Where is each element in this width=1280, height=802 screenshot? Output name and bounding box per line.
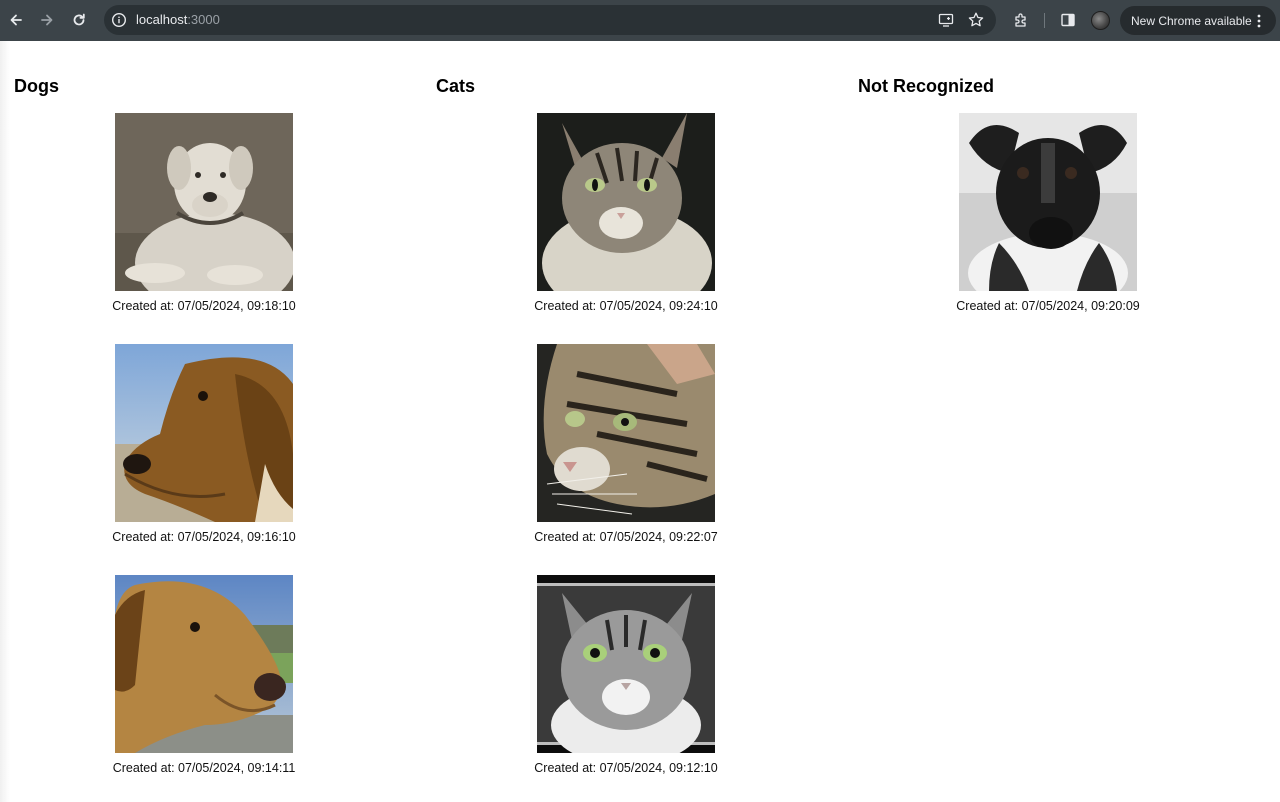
image-card: Created at: 07/05/2024, 09:20:09	[844, 113, 1266, 333]
toolbar-divider	[1044, 13, 1045, 28]
created-at-caption: Created at: 07/05/2024, 09:22:07	[534, 530, 718, 544]
created-at-caption: Created at: 07/05/2024, 09:24:10	[534, 299, 718, 313]
column-cats: Cats Created at: 07/05/2024, 09:24:10 Cr…	[422, 41, 844, 802]
cat-photo	[537, 344, 715, 522]
dog-photo	[115, 575, 293, 753]
dog-photo	[959, 113, 1137, 291]
column-title: Cats	[436, 76, 476, 96]
back-arrow-icon[interactable]	[4, 8, 28, 32]
created-at-caption: Created at: 07/05/2024, 09:20:09	[956, 299, 1140, 313]
url-host: localhost	[136, 12, 188, 27]
star-icon[interactable]	[967, 11, 985, 29]
cat-photo	[537, 575, 715, 753]
created-at-caption: Created at: 07/05/2024, 09:18:10	[112, 299, 296, 313]
image-card: Created at: 07/05/2024, 09:16:10	[0, 344, 422, 564]
created-at-caption: Created at: 07/05/2024, 09:12:10	[534, 761, 718, 775]
url-port: :3000	[187, 12, 220, 27]
browser-toolbar: localhost:3000 New Chrome available	[0, 0, 1280, 41]
image-card: Created at: 07/05/2024, 09:14:11	[0, 575, 422, 795]
url-text[interactable]: localhost:3000	[136, 12, 220, 28]
dog-photo	[115, 344, 293, 522]
created-at-caption: Created at: 07/05/2024, 09:16:10	[112, 530, 296, 544]
cat-photo	[537, 113, 715, 291]
column-not-recognized: Not Recognized Created at: 07/05/2024, 0…	[844, 41, 1266, 802]
more-vert-icon[interactable]	[1252, 13, 1266, 29]
address-bar[interactable]: localhost:3000	[104, 5, 996, 35]
side-panel-icon[interactable]	[1056, 8, 1080, 32]
page-content: Dogs Created at: 07/05/2024, 09:18:10 Cr…	[0, 41, 1280, 802]
column-dogs: Dogs Created at: 07/05/2024, 09:18:10 Cr…	[0, 41, 422, 802]
image-card: Created at: 07/05/2024, 09:12:10	[422, 575, 844, 795]
created-at-caption: Created at: 07/05/2024, 09:14:11	[112, 761, 296, 775]
forward-arrow-icon[interactable]	[35, 8, 59, 32]
reload-icon[interactable]	[67, 8, 91, 32]
column-title: Not Recognized	[858, 76, 995, 96]
info-icon[interactable]	[111, 12, 127, 28]
new-chrome-available-button[interactable]: New Chrome available	[1120, 6, 1276, 35]
profile-avatar[interactable]	[1091, 11, 1110, 30]
update-label: New Chrome available	[1131, 13, 1252, 28]
dog-photo	[115, 113, 293, 291]
extensions-icon[interactable]	[1009, 8, 1033, 32]
image-card: Created at: 07/05/2024, 09:18:10	[0, 113, 422, 333]
cast-icon[interactable]	[938, 12, 954, 28]
image-card: Created at: 07/05/2024, 09:24:10	[422, 113, 844, 333]
column-title: Dogs	[14, 76, 59, 96]
image-card: Created at: 07/05/2024, 09:22:07	[422, 344, 844, 564]
